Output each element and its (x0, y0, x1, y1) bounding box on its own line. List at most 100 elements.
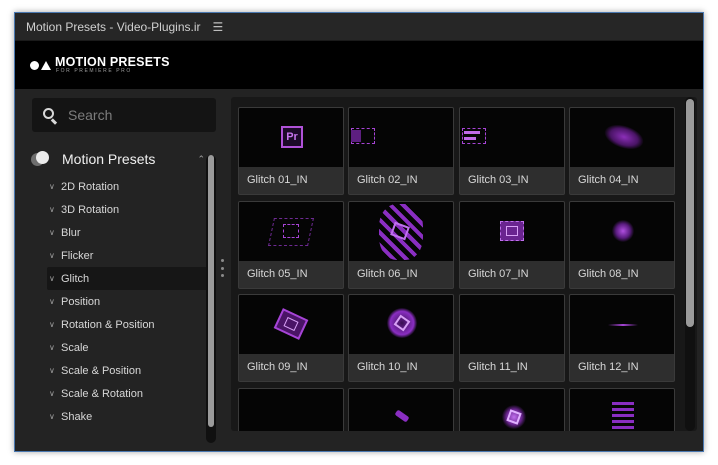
tree-item[interactable]: ∨ Flicker (47, 244, 207, 267)
preset-card[interactable]: Glitch 05_IN (238, 201, 344, 289)
hamburger-menu-icon[interactable]: ☰ (213, 21, 224, 33)
premiere-logo-icon: Pr (281, 126, 303, 148)
chevron-down-icon: ∨ (49, 205, 55, 214)
app-window: Motion Presets - Video-Plugins.ir ☰ MOTI… (14, 12, 704, 452)
preset-label: Glitch 06_IN (357, 268, 418, 280)
logo: MOTION PRESETS FOR PREMIERE PRO (55, 56, 170, 75)
window-title: Motion Presets - Video-Plugins.ir (26, 19, 201, 34)
tree-item-label: Flicker (61, 249, 94, 262)
tree-item[interactable]: ∨ Rotation & Position (47, 313, 207, 336)
preset-card[interactable]: Glitch 02_IN (348, 107, 454, 195)
preset-card[interactable] (238, 388, 344, 431)
brand-banner: MOTION PRESETS FOR PREMIERE PRO (15, 41, 703, 89)
logo-subtitle: FOR PREMIERE PRO (56, 68, 132, 75)
preset-thumbnail (460, 202, 564, 261)
preset-label: Glitch 03_IN (468, 174, 529, 186)
chevron-down-icon: ∨ (49, 251, 55, 260)
tree-item[interactable]: ∨ Scale (47, 336, 207, 359)
chevron-down-icon: ∨ (49, 320, 55, 329)
title-bar: Motion Presets - Video-Plugins.ir ☰ (15, 13, 703, 41)
chevron-down-icon: ∨ (49, 412, 55, 421)
chevron-down-icon: ∨ (49, 343, 55, 352)
preset-card[interactable]: Glitch 09_IN (238, 294, 344, 382)
preset-thumbnail (570, 389, 674, 431)
preset-folder-icon (31, 150, 53, 168)
preset-card[interactable]: Glitch 03_IN (459, 107, 565, 195)
tree-item-label: Scale (61, 341, 89, 354)
preset-label: Glitch 02_IN (357, 174, 418, 186)
preset-thumbnail (349, 202, 453, 261)
preset-thumbnail (460, 389, 564, 431)
preset-card[interactable]: Glitch 11_IN (459, 294, 565, 382)
preset-thumbnail: Pr (239, 108, 343, 167)
preset-card[interactable]: Glitch 07_IN (459, 201, 565, 289)
tree-item-label: 3D Rotation (61, 203, 120, 216)
preset-thumbnail (570, 202, 674, 261)
tree-item[interactable]: ∨ Scale & Rotation (47, 382, 207, 405)
preset-thumbnail (460, 108, 564, 167)
tree-item-label: Position (61, 295, 101, 308)
preset-thumbnail (239, 295, 343, 354)
preset-card[interactable]: Glitch 04_IN (569, 107, 675, 195)
chevron-up-icon[interactable]: ⌃ (197, 154, 205, 165)
tree-root-label: Motion Presets (62, 151, 156, 167)
tree-item-label: Scale & Rotation (61, 387, 143, 400)
search-box[interactable] (32, 98, 216, 132)
search-input[interactable] (68, 107, 198, 123)
preset-label: Glitch 04_IN (578, 174, 639, 186)
tree-root[interactable]: Motion Presets ⌃ (31, 149, 209, 169)
grid-scrollbar-thumb[interactable] (686, 99, 694, 327)
logo-title: MOTION PRESETS (55, 54, 170, 69)
preset-card[interactable] (348, 388, 454, 431)
preset-label: Glitch 09_IN (247, 361, 308, 373)
preset-thumbnail (239, 202, 343, 261)
preset-label: Glitch 01_IN (247, 174, 308, 186)
preset-thumbnail (460, 295, 564, 354)
preset-label: Glitch 08_IN (578, 268, 639, 280)
tree-item[interactable]: ∨ Shake (47, 405, 207, 428)
preset-card[interactable] (459, 388, 565, 431)
tree-item[interactable]: ∨ Glitch (47, 267, 207, 290)
tree-item-label: Glitch (61, 272, 90, 285)
tree-item[interactable]: ∨ Blur (47, 221, 207, 244)
preset-card[interactable] (569, 388, 675, 431)
preset-thumbnail (239, 389, 343, 431)
tree-item-label: Blur (61, 226, 81, 239)
tree-item-label: Rotation & Position (61, 318, 155, 331)
preset-label: Glitch 12_IN (578, 361, 639, 373)
chevron-down-icon: ∨ (49, 366, 55, 375)
preset-card[interactable]: Glitch 06_IN (348, 201, 454, 289)
tree-item[interactable]: ∨ Scale & Position (47, 359, 207, 382)
preset-card[interactable]: Pr Glitch 01_IN (238, 107, 344, 195)
chevron-down-icon: ∨ (49, 297, 55, 306)
preset-thumbnail (349, 389, 453, 431)
category-list: ∨ 2D Rotation ∨ 3D Rotation ∨ Blur ∨ Flicker ∨ Gl… (47, 175, 207, 428)
preset-thumbnail (349, 108, 453, 167)
chevron-down-icon: ∨ (49, 228, 55, 237)
preset-thumbnail (349, 295, 453, 354)
tree-item[interactable]: ∨ 3D Rotation (47, 198, 207, 221)
panel-splitter-handle[interactable] (221, 259, 224, 277)
preset-label: Glitch 07_IN (468, 268, 529, 280)
tree-item-label: Scale & Position (61, 364, 142, 377)
chevron-down-icon: ∨ (49, 182, 55, 191)
preset-card[interactable]: Glitch 10_IN (348, 294, 454, 382)
preset-label: Glitch 05_IN (247, 268, 308, 280)
tree-item-label: Shake (61, 410, 93, 423)
preset-label: Glitch 11_IN (468, 361, 528, 373)
logo-icon (30, 60, 51, 70)
tree-item[interactable]: ∨ Position (47, 290, 207, 313)
tree-item-label: 2D Rotation (61, 180, 120, 193)
tree-item[interactable]: ∨ 2D Rotation (47, 175, 207, 198)
sidebar-scrollbar-thumb[interactable] (208, 155, 214, 427)
preset-card[interactable]: Glitch 12_IN (569, 294, 675, 382)
chevron-down-icon: ∨ (49, 389, 55, 398)
search-icon (42, 107, 58, 125)
preset-grid-panel: Pr Glitch 01_IN Glitch 02_IN Glitch 03_IN Gl… (231, 97, 697, 431)
preset-label: Glitch 10_IN (357, 361, 418, 373)
sidebar: Motion Presets ⌃ ∨ 2D Rotation ∨ 3D Rotatio… (15, 89, 228, 451)
preset-thumbnail (570, 295, 674, 354)
preset-thumbnail (570, 108, 674, 167)
preset-card[interactable]: Glitch 08_IN (569, 201, 675, 289)
chevron-down-icon: ∨ (49, 274, 55, 283)
